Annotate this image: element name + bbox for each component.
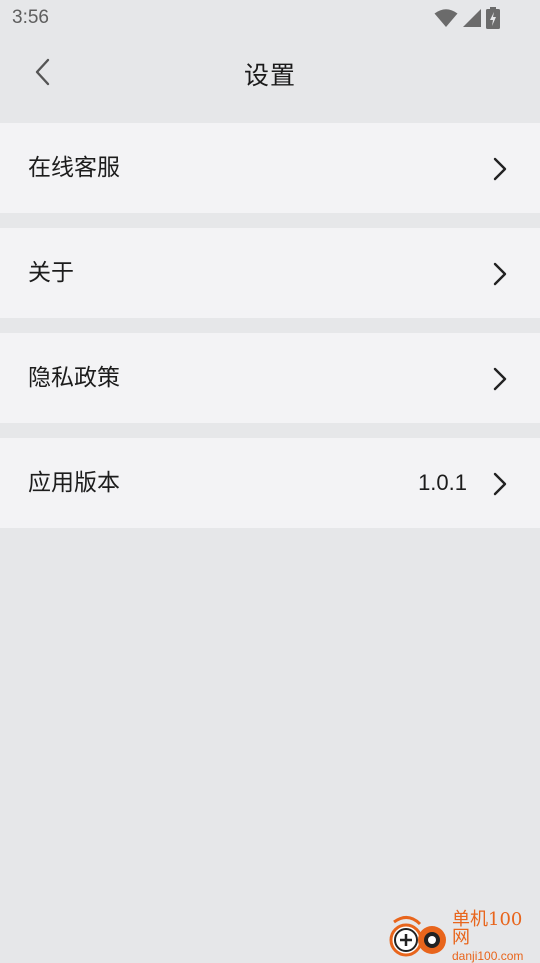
app-bar: 设置 xyxy=(0,36,540,108)
app-version-value: 1.0.1 xyxy=(418,470,467,495)
battery-charging-icon xyxy=(486,7,500,29)
watermark-logo-icon xyxy=(386,914,452,958)
status-bar: 3:56 xyxy=(0,0,540,36)
status-icons xyxy=(434,7,500,29)
wifi-icon xyxy=(434,9,458,27)
settings-list: 在线客服 关于 隐私政策 应用版本 1.0.1 xyxy=(0,123,540,543)
chevron-right-icon xyxy=(493,262,507,286)
settings-item-label: 应用版本 xyxy=(28,470,120,496)
chevron-right-icon xyxy=(493,472,507,496)
signal-icon xyxy=(463,9,481,27)
settings-item-app-version[interactable]: 应用版本 1.0.1 xyxy=(0,438,540,528)
watermark-brand: 单机100网 xyxy=(452,908,523,948)
settings-item-label: 在线客服 xyxy=(28,155,120,181)
settings-item-customer-service[interactable]: 在线客服 xyxy=(0,123,540,213)
watermark-text: 单机100网 danji100.com xyxy=(452,908,536,962)
watermark: 单机100网 danji100.com xyxy=(386,910,536,962)
status-time: 3:56 xyxy=(12,7,49,28)
page-title: 设置 xyxy=(243,61,296,90)
chevron-right-icon xyxy=(493,367,507,391)
settings-item-label: 关于 xyxy=(28,260,74,286)
chevron-right-icon xyxy=(493,157,507,181)
settings-item-privacy-policy[interactable]: 隐私政策 xyxy=(0,333,540,423)
settings-item-about[interactable]: 关于 xyxy=(0,228,540,318)
settings-item-label: 隐私政策 xyxy=(28,365,120,391)
